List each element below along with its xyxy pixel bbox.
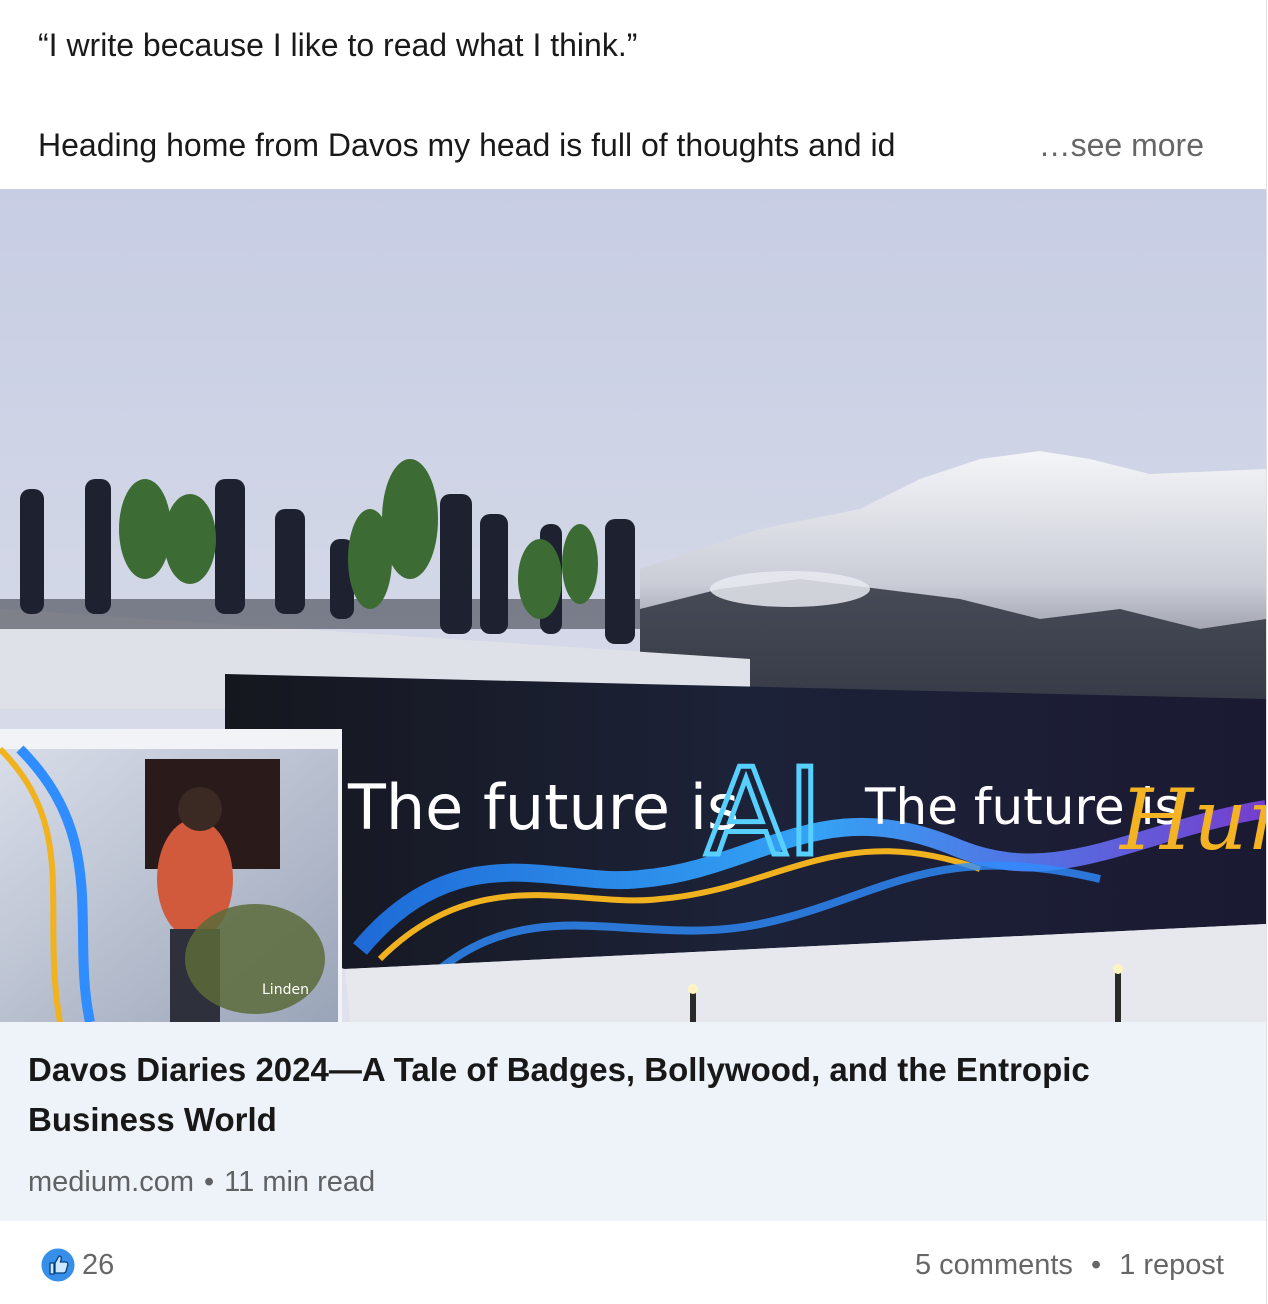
- post-body-preview: Heading home from Davos my head is full …: [38, 127, 896, 163]
- article-link-card[interactable]: The future is AI The future is Human Lin…: [0, 189, 1266, 1221]
- article-meta: medium.com • 11 min read: [28, 1162, 375, 1202]
- reposts-count-button[interactable]: 1 repost: [1119, 1249, 1224, 1281]
- post-body-line: Heading home from Davos my head is full …: [38, 122, 1218, 168]
- poster-text: Linden: [262, 982, 309, 998]
- counts-separator: •: [1090, 1249, 1102, 1281]
- reaction-count: 26: [82, 1249, 115, 1281]
- article-title[interactable]: Davos Diaries 2024—A Tale of Badges, Bol…: [28, 1045, 1208, 1145]
- article-read-time: 11 min read: [224, 1166, 376, 1198]
- article-source: medium.com: [28, 1166, 194, 1198]
- see-more-button[interactable]: …see more: [1039, 122, 1204, 168]
- banner-ai: AI: [705, 744, 822, 883]
- meta-separator: •: [204, 1166, 215, 1198]
- article-hero-image[interactable]: The future is AI The future is Human Lin…: [0, 189, 1266, 1022]
- feed-post: “I write because I like to read what I t…: [0, 0, 1267, 1304]
- engagement-counts: 5 comments • 1 repost: [915, 1247, 1224, 1283]
- comments-count-button[interactable]: 5 comments: [915, 1249, 1073, 1281]
- banner-text-1: The future is: [347, 771, 739, 844]
- banner-human: Human: [1118, 771, 1266, 869]
- social-counts-bar: 26 5 comments • 1 repost: [0, 1221, 1266, 1304]
- post-quote: “I write because I like to read what I t…: [38, 27, 638, 63]
- reactions-button[interactable]: 26: [40, 1247, 114, 1283]
- like-icon: [40, 1247, 76, 1283]
